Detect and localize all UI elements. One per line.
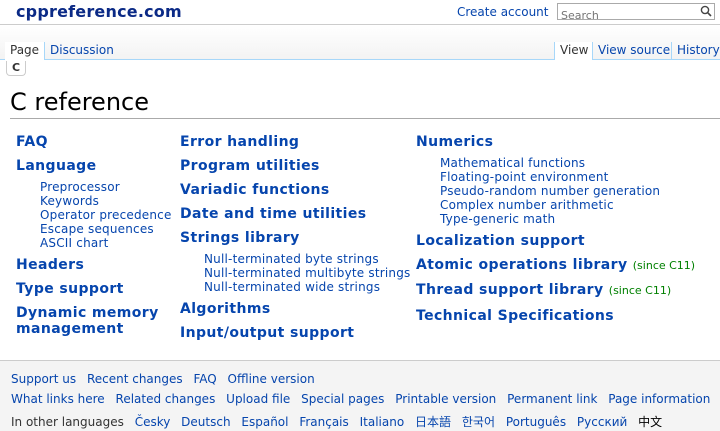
since-c11-badge: (since C11) xyxy=(608,284,672,297)
footer-what-links-here[interactable]: What links here xyxy=(11,392,105,406)
link-thread-support[interactable]: Thread support library (since C11) xyxy=(416,282,716,299)
search-box[interactable] xyxy=(557,3,715,24)
tabs-bar: Page Discussion View View source History xyxy=(0,25,720,60)
link-faq[interactable]: FAQ xyxy=(16,134,176,150)
link-preprocessor[interactable]: Preprocessor xyxy=(40,180,176,194)
top-bar: cppreference.com Create account xyxy=(0,0,720,25)
link-strings-library[interactable]: Strings library xyxy=(180,230,412,246)
footer-row-1: Support us Recent changes FAQ Offline ve… xyxy=(11,372,322,386)
link-type-support[interactable]: Type support xyxy=(16,281,176,297)
link-program-utilities[interactable]: Program utilities xyxy=(180,158,412,174)
lang-link-cs[interactable]: Česky xyxy=(135,415,171,429)
footer-support-us[interactable]: Support us xyxy=(11,372,76,386)
search-icon[interactable] xyxy=(700,5,712,17)
lang-link-fr[interactable]: Français xyxy=(299,415,348,429)
column-3: Numerics Mathematical functions Floating… xyxy=(416,132,716,324)
footer-related-changes[interactable]: Related changes xyxy=(116,392,216,406)
column-1: FAQ Language Preprocessor Keywords Opera… xyxy=(16,132,176,337)
tab-discussion[interactable]: Discussion xyxy=(44,42,119,60)
link-complex-arithmetic[interactable]: Complex number arithmetic xyxy=(440,198,716,212)
create-account-link[interactable]: Create account xyxy=(457,5,549,19)
footer-row-3: In other languages Česky Deutsch Español… xyxy=(11,413,669,430)
lang-link-it[interactable]: Italiano xyxy=(360,415,405,429)
link-byte-strings[interactable]: Null-terminated byte strings xyxy=(204,252,412,266)
link-type-generic-math[interactable]: Type-generic math xyxy=(440,212,716,226)
link-localization[interactable]: Localization support xyxy=(416,233,716,249)
link-headers[interactable]: Headers xyxy=(16,257,176,273)
link-variadic-functions[interactable]: Variadic functions xyxy=(180,182,412,198)
footer-special-pages[interactable]: Special pages xyxy=(301,392,384,406)
link-dynamic-memory[interactable]: Dynamic memory xyxy=(16,305,176,321)
since-c11-badge: (since C11) xyxy=(632,259,696,272)
link-math-functions[interactable]: Mathematical functions xyxy=(440,156,716,170)
link-escape-sequences[interactable]: Escape sequences xyxy=(40,222,176,236)
footer-recent-changes[interactable]: Recent changes xyxy=(87,372,183,386)
lang-link-ja[interactable]: 日本語 xyxy=(415,415,451,429)
atomic-label: Atomic operations library xyxy=(416,257,628,273)
link-random-number[interactable]: Pseudo-random number generation xyxy=(440,184,716,198)
footer-offline-version[interactable]: Offline version xyxy=(228,372,315,386)
footer: Support us Recent changes FAQ Offline ve… xyxy=(0,360,720,431)
breadcrumb[interactable]: C xyxy=(6,61,27,76)
footer-row-2: What links here Related changes Upload f… xyxy=(11,392,717,406)
tab-page[interactable]: Page xyxy=(5,42,45,60)
tab-view[interactable]: View xyxy=(554,42,594,60)
lang-link-de[interactable]: Deutsch xyxy=(181,415,230,429)
link-floating-point-env[interactable]: Floating-point environment xyxy=(440,170,716,184)
title-divider xyxy=(10,118,720,119)
tab-view-source[interactable]: View source xyxy=(592,42,675,60)
link-date-time[interactable]: Date and time utilities xyxy=(180,206,412,222)
footer-permanent-link[interactable]: Permanent link xyxy=(507,392,597,406)
search-input[interactable] xyxy=(558,7,699,24)
link-algorithms[interactable]: Algorithms xyxy=(180,301,412,317)
footer-printable-version[interactable]: Printable version xyxy=(395,392,496,406)
column-2: Error handling Program utilities Variadi… xyxy=(180,132,412,341)
thread-label: Thread support library xyxy=(416,282,604,298)
lang-link-es[interactable]: Español xyxy=(241,415,288,429)
link-ascii-chart[interactable]: ASCII chart xyxy=(40,236,176,250)
link-input-output[interactable]: Input/output support xyxy=(180,325,412,341)
link-wide-strings[interactable]: Null-terminated wide strings xyxy=(204,280,412,294)
footer-other-languages-label: In other languages xyxy=(11,415,124,429)
link-keywords[interactable]: Keywords xyxy=(40,194,176,208)
lang-link-zh[interactable]: 中文 xyxy=(638,415,662,429)
link-operator-precedence[interactable]: Operator precedence xyxy=(40,208,176,222)
lang-link-ko[interactable]: 한국어 xyxy=(462,415,495,429)
link-error-handling[interactable]: Error handling xyxy=(180,134,412,150)
link-atomic-operations[interactable]: Atomic operations library (since C11) xyxy=(416,257,716,274)
link-language[interactable]: Language xyxy=(16,158,176,174)
footer-faq[interactable]: FAQ xyxy=(193,372,216,386)
lang-link-ru[interactable]: Русский xyxy=(577,415,627,429)
link-technical-specifications[interactable]: Technical Specifications xyxy=(416,308,716,324)
link-dynamic-memory-line2[interactable]: management xyxy=(16,321,176,337)
tab-history[interactable]: History xyxy=(671,42,720,60)
footer-page-information[interactable]: Page information xyxy=(608,392,710,406)
footer-upload-file[interactable]: Upload file xyxy=(226,392,290,406)
link-numerics[interactable]: Numerics xyxy=(416,134,716,150)
site-logo[interactable]: cppreference.com xyxy=(16,2,182,21)
lang-link-pt[interactable]: Português xyxy=(506,415,566,429)
page-title: C reference xyxy=(10,88,149,116)
link-multibyte-strings[interactable]: Null-terminated multibyte strings xyxy=(204,266,412,280)
